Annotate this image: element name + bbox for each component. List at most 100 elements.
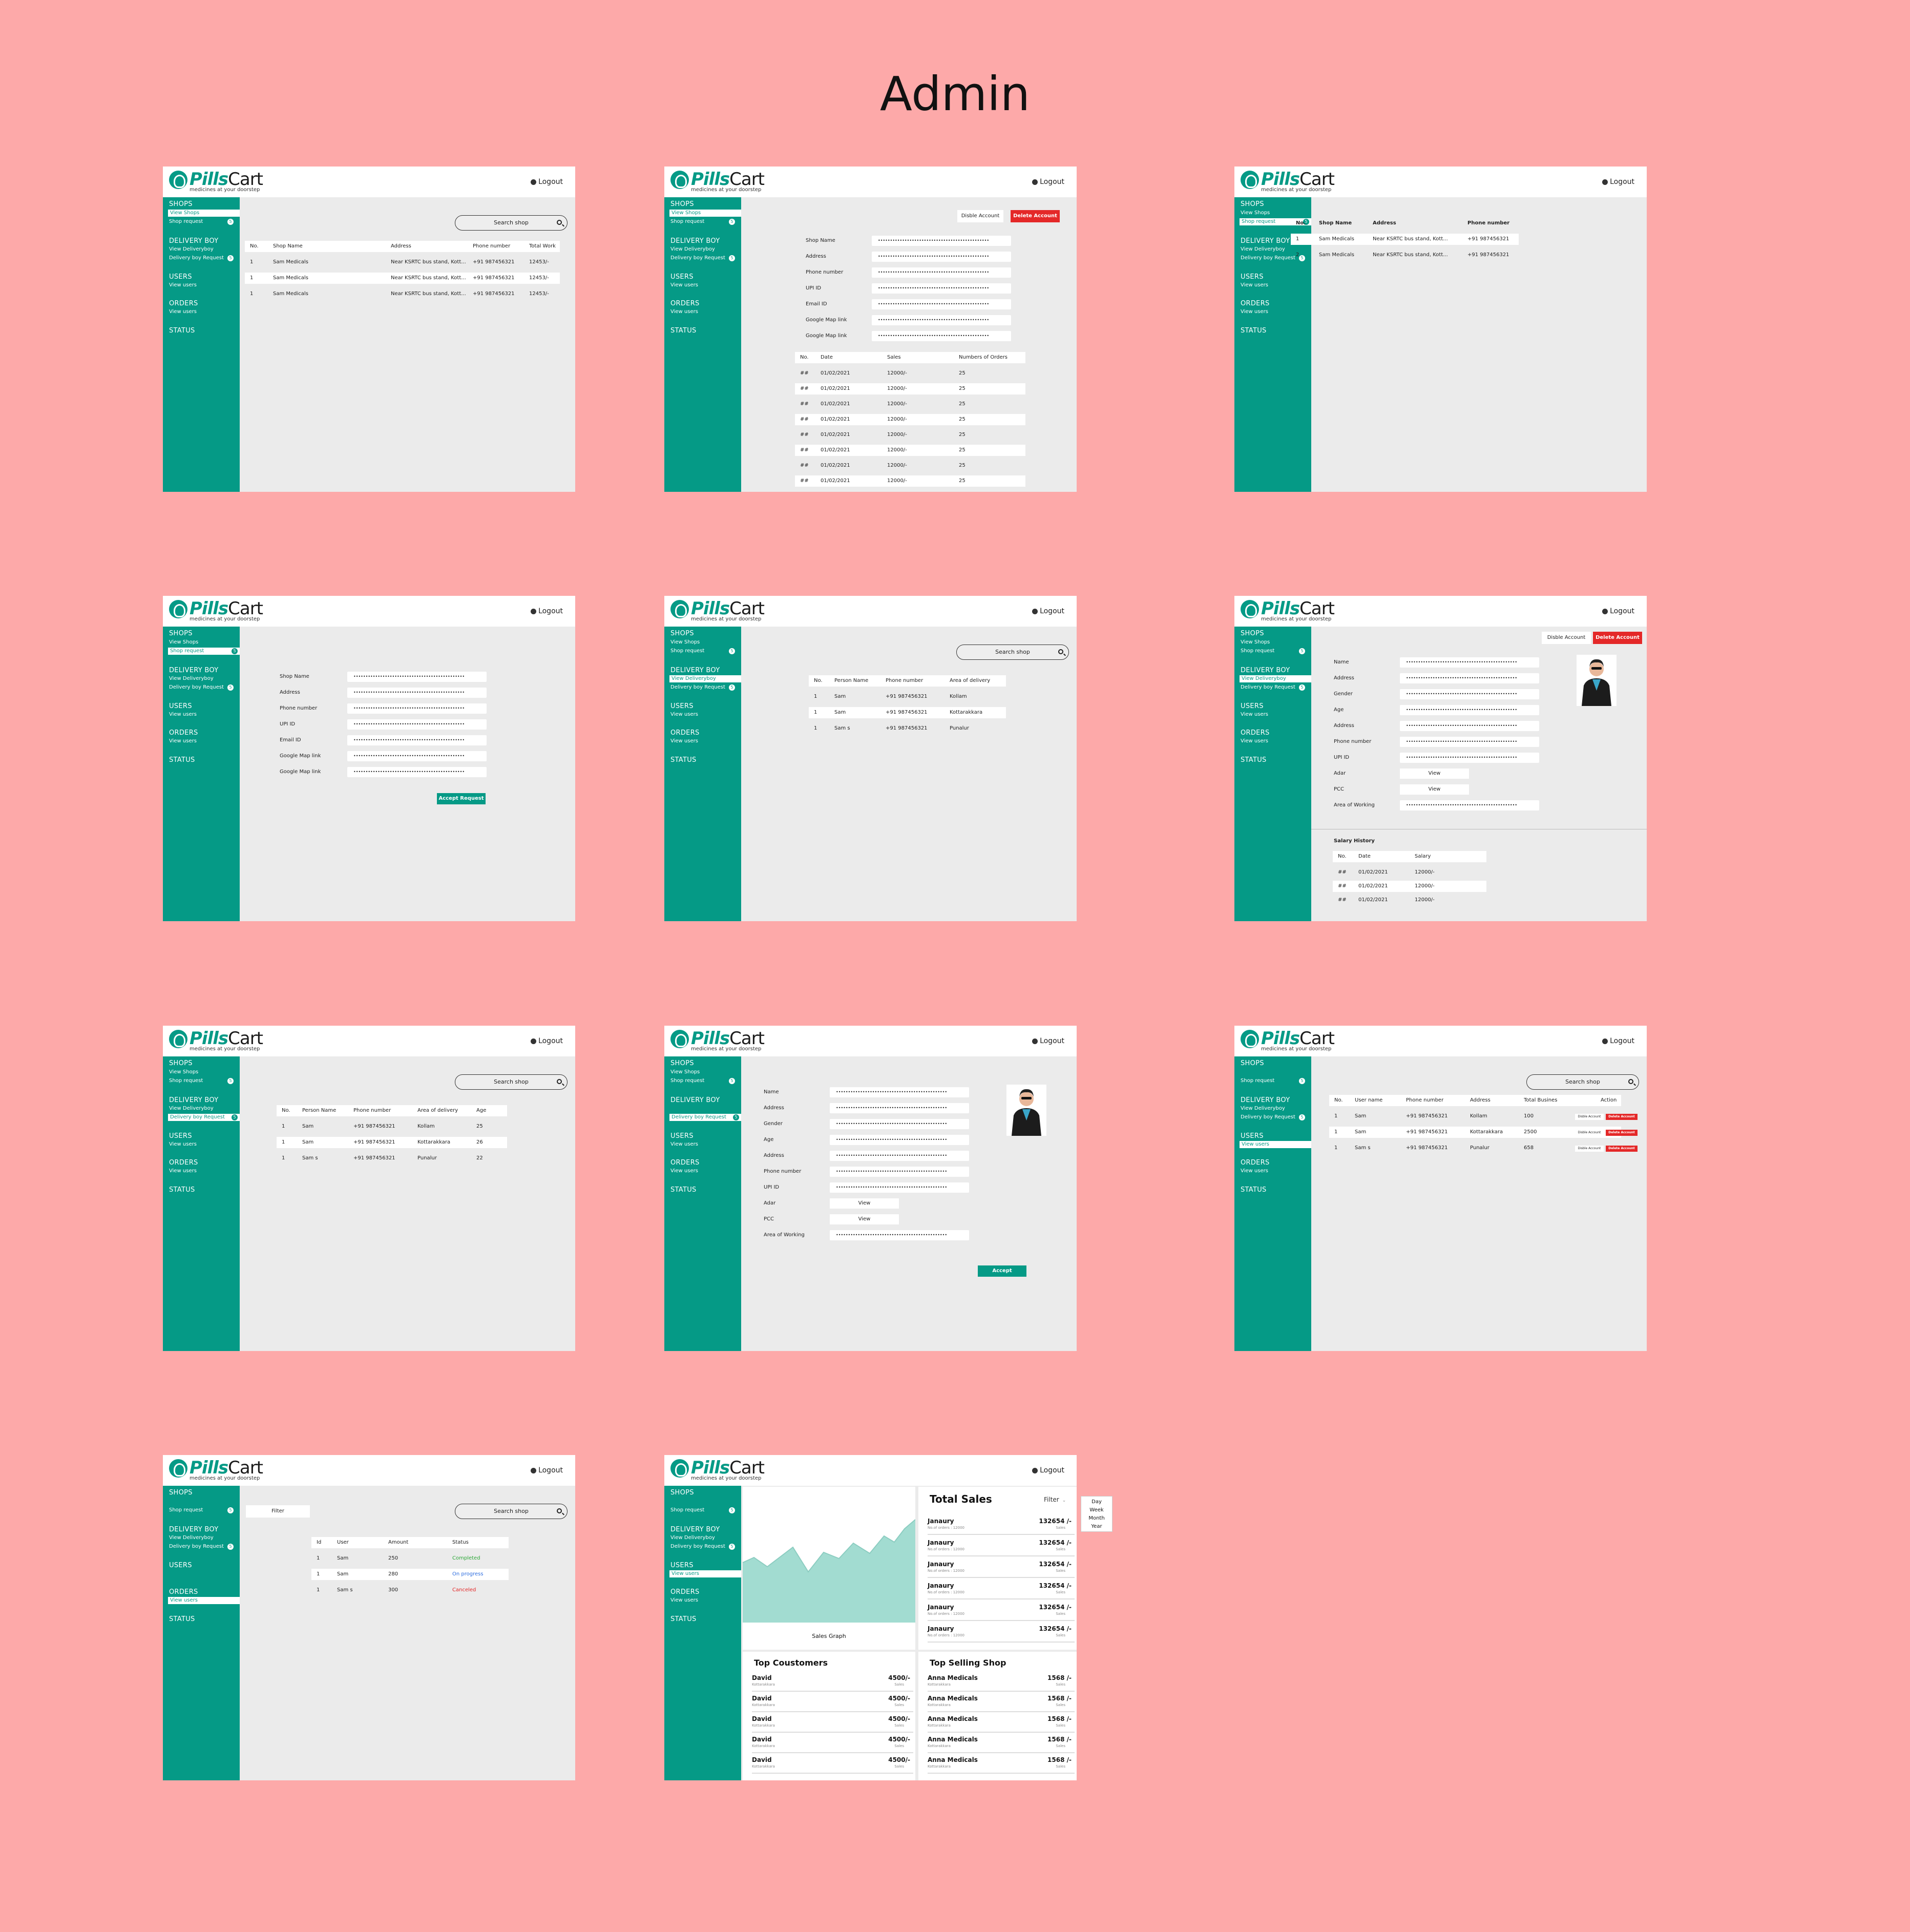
pillscart-logo[interactable]: PillsCart medicines at your doorstep (169, 1459, 263, 1481)
customer-row[interactable]: David Kottarakkara 4500/- Sales (752, 1714, 913, 1733)
logout-button[interactable]: Logout (1032, 178, 1064, 186)
filter-option[interactable]: Month (1081, 1514, 1112, 1523)
sales-filter-dropdown[interactable]: Filter ⌄ (1044, 1496, 1066, 1503)
logout-button[interactable]: Logout (1602, 178, 1634, 186)
sidebar-group-status[interactable]: STATUS (169, 1186, 195, 1194)
logout-button[interactable]: Logout (531, 607, 563, 615)
table-row[interactable]: 1 Sam 280 On progress (311, 1569, 509, 1580)
sales-row[interactable]: Janaury No.of orders : 12000 132654 /- Sale… (928, 1581, 1075, 1599)
table-row[interactable]: 1 Sam s +91 987456321 Punalur 658 Disble Acco… (1329, 1142, 1638, 1154)
sidebar-item-delivery-boy-request[interactable]: Delivery boy Request 5 (670, 255, 737, 262)
sidebar-group-users[interactable]: USERS (169, 1132, 192, 1140)
sidebar-item-orders-view[interactable]: View users (670, 738, 737, 745)
logout-button[interactable]: Logout (1032, 1037, 1064, 1045)
sidebar-item-delivery-boy-request[interactable]: Delivery boy Request 5 (670, 1543, 737, 1550)
sidebar-group-orders[interactable]: ORDERS (670, 1159, 700, 1167)
sales-row[interactable]: Janaury No.of orders : 12000 132654 /- Sale… (928, 1624, 1075, 1643)
sidebar-item-delivery-boy-request[interactable]: Delivery boy Request 5 (1241, 1114, 1307, 1121)
sidebar-item-view-shops[interactable]: View Shops (670, 639, 737, 646)
sidebar-item-view-users[interactable]: View users (670, 711, 737, 718)
sidebar-group-delivery-boy[interactable]: DELIVERY BOY (670, 1526, 720, 1533)
sidebar-group-status[interactable]: STATUS (1241, 756, 1267, 764)
sidebar-item-shop-request[interactable]: Shop request 5 (670, 218, 737, 225)
table-row[interactable]: ## 01/02/2021 12000/- 25 (795, 399, 1025, 410)
sidebar-group-orders[interactable]: ORDERS (1241, 1159, 1270, 1167)
form-field[interactable]: ••••••••••••••••••••••••••••••••••••••••… (872, 252, 1011, 262)
sidebar-item-view-shops[interactable]: View Shops (168, 210, 240, 217)
sidebar-item-view-shops[interactable]: View Shops (669, 210, 741, 217)
form-field[interactable]: ••••••••••••••••••••••••••••••••••••••••… (872, 283, 1011, 294)
sidebar-group-users[interactable]: USERS (670, 1132, 694, 1140)
table-row[interactable]: ## 01/02/2021 12000/- 25 (795, 368, 1025, 379)
disable-account-button[interactable]: Disble Account (1575, 1114, 1604, 1120)
sidebar-item-view-deliveryboy[interactable]: View Deliveryboy (669, 675, 741, 682)
pillscart-logo[interactable]: PillsCart medicines at your doorstep (169, 1030, 263, 1052)
sidebar-item-orders-view[interactable]: View users (1241, 738, 1307, 745)
delete-account-button[interactable]: Delete Account (1606, 1130, 1638, 1136)
sidebar-item-delivery-boy-request[interactable]: Delivery boy Request 5 (1241, 684, 1307, 691)
table-row[interactable]: ## 01/02/2021 12000/- 25 (795, 460, 1025, 471)
form-field[interactable]: ••••••••••••••••••••••••••••••••••••••••… (1400, 689, 1539, 699)
sidebar-item-shop-request[interactable]: Shop request 5 (1241, 1077, 1307, 1085)
form-field[interactable]: ••••••••••••••••••••••••••••••••••••••••… (830, 1119, 969, 1129)
customer-row[interactable]: David Kottarakkara 4500/- Sales (752, 1755, 913, 1774)
form-field[interactable]: ••••••••••••••••••••••••••••••••••••••••… (872, 315, 1011, 325)
sidebar-group-users[interactable]: USERS (1241, 702, 1264, 710)
sidebar-group-orders[interactable]: ORDERS (670, 729, 700, 737)
table-row[interactable]: 1 Sam s 300 Canceled (311, 1585, 509, 1596)
shop-row[interactable]: Anna Medicals Kottarakkara 1568 /- Sales (928, 1755, 1075, 1774)
sidebar-item-shop-request[interactable]: Shop request 5 (670, 648, 737, 655)
pillscart-logo[interactable]: PillsCart medicines at your doorstep (1241, 171, 1335, 193)
sidebar-group-status[interactable]: STATUS (670, 756, 697, 764)
pillscart-logo[interactable]: PillsCart medicines at your doorstep (1241, 1030, 1335, 1052)
form-field[interactable]: ••••••••••••••••••••••••••••••••••••••••… (830, 1230, 969, 1240)
search-input[interactable]: Search shop (1526, 1074, 1639, 1090)
logout-button[interactable]: Logout (531, 1037, 563, 1045)
sidebar-group-delivery-boy[interactable]: DELIVERY BOY (169, 1096, 218, 1104)
sidebar-group-shops[interactable]: SHOPS (169, 630, 193, 637)
sales-row[interactable]: Janaury No.of orders : 12000 132654 /- Sale… (928, 1603, 1075, 1621)
pillscart-logo[interactable]: PillsCart medicines at your doorstep (670, 600, 765, 622)
logout-button[interactable]: Logout (1032, 607, 1064, 615)
sidebar-item-view-deliveryboy[interactable]: View Deliveryboy (169, 675, 236, 682)
shop-row[interactable]: Anna Medicals Kottarakkara 1568 /- Sales (928, 1673, 1075, 1692)
customer-row[interactable]: David Kottarakkara 4500/- Sales (752, 1694, 913, 1712)
sidebar-item-delivery-boy-request[interactable]: Delivery boy Request 5 (168, 1114, 240, 1121)
sidebar-item-shop-request[interactable]: Shop request 5 (1241, 648, 1307, 655)
sidebar-item-view-deliveryboy[interactable]: View Deliveryboy (169, 246, 236, 253)
table-row[interactable]: ## 01/02/2021 12000/- (1333, 867, 1486, 878)
sidebar-group-users[interactable]: USERS (670, 1562, 694, 1569)
sidebar-group-orders[interactable]: ORDERS (1241, 300, 1270, 307)
sidebar-group-delivery-boy[interactable]: DELIVERY BOY (169, 237, 218, 245)
view-document-button[interactable]: View (1400, 784, 1469, 795)
sidebar-group-users[interactable]: USERS (670, 273, 694, 281)
view-document-button[interactable]: View (1400, 768, 1469, 779)
sidebar-group-shops[interactable]: SHOPS (169, 1489, 193, 1497)
logout-button[interactable]: Logout (1602, 607, 1634, 615)
form-field[interactable]: ••••••••••••••••••••••••••••••••••••••••… (1400, 657, 1539, 668)
sidebar-item-view-users[interactable]: View users (169, 711, 236, 718)
sidebar-item-view-users[interactable]: View users (1241, 711, 1307, 718)
sidebar-group-orders[interactable]: ORDERS (1241, 729, 1270, 737)
table-row[interactable]: 1 Sam +91 987456321 Kollam 100 Disble Account… (1329, 1111, 1638, 1122)
sales-row[interactable]: Janaury No.of orders : 12000 132654 /- Sale… (928, 1516, 1075, 1535)
view-document-button[interactable]: View (830, 1198, 899, 1209)
table-row[interactable]: 1 Sam s +91 987456321 Punalur 22 (277, 1153, 507, 1164)
customer-row[interactable]: David Kottarakkara 4500/- Sales (752, 1673, 913, 1692)
form-field[interactable]: ••••••••••••••••••••••••••••••••••••••••… (830, 1103, 969, 1113)
sidebar-group-delivery-boy[interactable]: DELIVERY BOY (670, 237, 720, 245)
form-field[interactable]: ••••••••••••••••••••••••••••••••••••••••… (347, 688, 487, 698)
table-row[interactable]: 1 Sam +91 987456321 Kollam (809, 691, 1006, 702)
sidebar-group-users[interactable]: USERS (1241, 273, 1264, 281)
form-field[interactable]: ••••••••••••••••••••••••••••••••••••••••… (347, 703, 487, 714)
sidebar-item-view-deliveryboy[interactable]: View Deliveryboy (670, 1534, 737, 1542)
sidebar-item-view-deliveryboy[interactable]: View Deliveryboy (1240, 675, 1311, 682)
sidebar-group-delivery-boy[interactable]: DELIVERY BOY (169, 1526, 218, 1533)
disable-account-button[interactable]: Disble Account (1542, 632, 1591, 644)
shop-row[interactable]: Anna Medicals Kottarakkara 1568 /- Sales (928, 1714, 1075, 1733)
disable-account-button[interactable]: Disble Account (957, 210, 1003, 222)
sidebar-item-shop-request[interactable]: Shop request 5 (670, 1077, 737, 1085)
sidebar-item-orders-view[interactable]: View users (1241, 308, 1307, 316)
form-field[interactable]: ••••••••••••••••••••••••••••••••••••••••… (830, 1167, 969, 1177)
form-field[interactable]: ••••••••••••••••••••••••••••••••••••••••… (1400, 753, 1539, 763)
